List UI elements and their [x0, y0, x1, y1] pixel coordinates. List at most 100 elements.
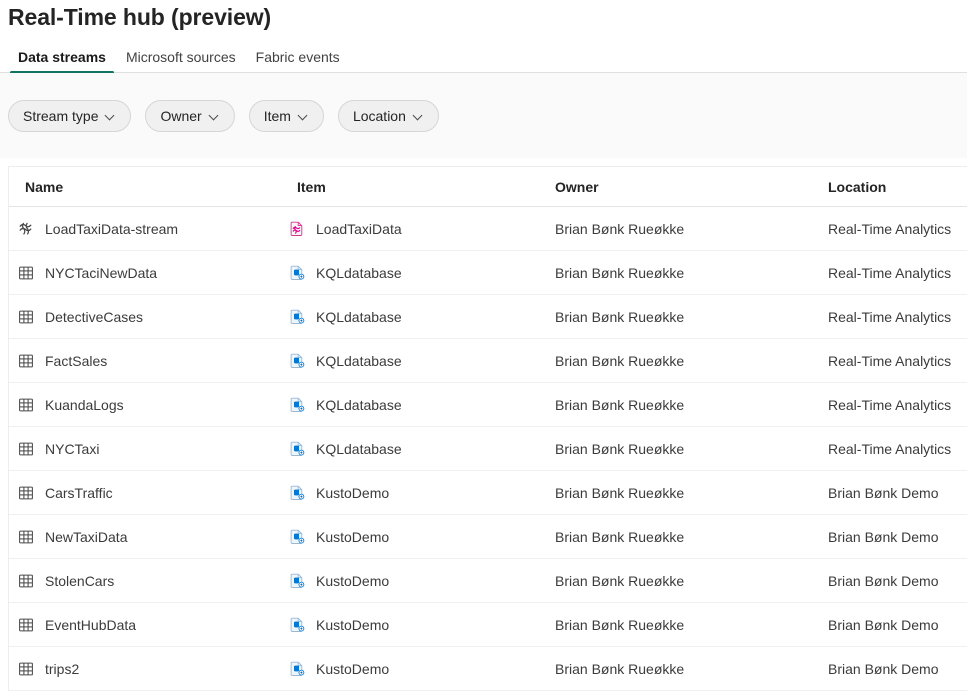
- data-streams-table: Name Item Owner Location LoadTaxiData-strea…: [8, 166, 967, 691]
- cell-owner: Brian Bønk Rueøkke: [555, 529, 828, 545]
- cell-owner: Brian Bønk Rueøkke: [555, 441, 828, 457]
- table-icon: [17, 308, 35, 326]
- cell-name[interactable]: NewTaxiData: [9, 528, 283, 546]
- cell-name[interactable]: trips2: [9, 660, 283, 678]
- tab-fabric-events[interactable]: Fabric events: [246, 42, 350, 72]
- tab-label: Fabric events: [255, 49, 340, 65]
- column-header-item[interactable]: Item: [283, 179, 555, 195]
- cell-location: Brian Bønk Demo: [828, 485, 960, 501]
- cell-name[interactable]: CarsTraffic: [9, 484, 283, 502]
- kql-database-icon: [289, 264, 306, 281]
- kql-database-icon: [289, 396, 306, 413]
- column-header-location[interactable]: Location: [828, 179, 960, 195]
- item-name-text: LoadTaxiData: [316, 220, 402, 237]
- table-row[interactable]: KuandaLogs KQLdatabase Brian Bønk Rueøkke R…: [9, 383, 967, 427]
- real-time-hub-page: Real-Time hub (preview) Data streams Micr…: [0, 0, 967, 692]
- cell-item[interactable]: KustoDemo: [283, 616, 555, 633]
- chevron-down-icon: [210, 111, 220, 121]
- stream-name-text: NYCTaciNewData: [45, 264, 158, 281]
- stream-name-text: LoadTaxiData-stream: [45, 220, 179, 237]
- chevron-down-icon: [106, 111, 116, 121]
- table-icon: [17, 572, 35, 590]
- stream-name-text: KuandaLogs: [45, 396, 124, 413]
- table-row[interactable]: NYCTaxi KQLdatabase Brian Bønk Rueøkke Real…: [9, 427, 967, 471]
- location-text: Real-Time Analytics: [828, 352, 952, 369]
- table-row[interactable]: FactSales KQLdatabase Brian Bønk Rueøkke Re…: [9, 339, 967, 383]
- location-text: Brian Bønk Demo: [828, 484, 939, 501]
- cell-name[interactable]: FactSales: [9, 352, 283, 370]
- cell-item[interactable]: KQLdatabase: [283, 264, 555, 281]
- item-name-text: KustoDemo: [316, 572, 390, 589]
- stream-name-text: NewTaxiData: [45, 528, 128, 545]
- location-text: Brian Bønk Demo: [828, 528, 939, 545]
- tab-data-streams[interactable]: Data streams: [8, 42, 116, 74]
- filter-owner[interactable]: Owner: [145, 99, 235, 132]
- filter-location[interactable]: Location: [337, 99, 439, 132]
- owner-text: Brian Bønk Rueøkke: [555, 220, 685, 237]
- column-header-name[interactable]: Name: [9, 179, 283, 195]
- cell-location: Real-Time Analytics: [828, 309, 960, 325]
- cell-item[interactable]: KustoDemo: [283, 660, 555, 677]
- cell-name[interactable]: DetectiveCases: [9, 308, 283, 326]
- cell-owner: Brian Bønk Rueøkke: [555, 221, 828, 237]
- item-name-text: KustoDemo: [316, 528, 390, 545]
- page-title: Real-Time hub (preview): [8, 4, 272, 30]
- cell-name[interactable]: LoadTaxiData-stream: [9, 220, 283, 238]
- tab-microsoft-sources[interactable]: Microsoft sources: [116, 42, 246, 72]
- cell-name[interactable]: NYCTaciNewData: [9, 264, 283, 282]
- owner-text: Brian Bønk Rueøkke: [555, 616, 685, 633]
- stream-name-text: NYCTaxi: [45, 440, 100, 457]
- cell-name[interactable]: StolenCars: [9, 572, 283, 590]
- table-row[interactable]: CarsTraffic KustoDemo Brian Bønk Rueøkke Br…: [9, 471, 967, 515]
- cell-owner: Brian Bønk Rueøkke: [555, 265, 828, 281]
- location-text: Real-Time Analytics: [828, 220, 952, 237]
- kql-database-icon: [289, 484, 306, 501]
- table-body: LoadTaxiData-stream LoadTaxiData Brian Bøn…: [9, 207, 967, 691]
- item-name-text: KQLdatabase: [316, 440, 402, 457]
- table-icon: [17, 264, 35, 282]
- chevron-down-icon: [299, 111, 309, 121]
- cell-owner: Brian Bønk Rueøkke: [555, 309, 828, 325]
- cell-location: Brian Bønk Demo: [828, 573, 960, 589]
- owner-text: Brian Bønk Rueøkke: [555, 572, 685, 589]
- cell-name[interactable]: EventHubData: [9, 616, 283, 634]
- table-row[interactable]: DetectiveCases KQLdatabase Brian Bønk Rueø…: [9, 295, 967, 339]
- filter-label: Stream type: [23, 107, 99, 124]
- filter-label: Owner: [160, 107, 202, 124]
- table-row[interactable]: trips2 KustoDemo Brian Bønk Rueøkke Brian B…: [9, 647, 967, 691]
- item-name-text: KustoDemo: [316, 484, 390, 501]
- tab-label: Microsoft sources: [125, 49, 236, 65]
- column-header-owner[interactable]: Owner: [555, 179, 828, 195]
- location-text: Real-Time Analytics: [828, 308, 952, 325]
- cell-location: Real-Time Analytics: [828, 397, 960, 413]
- stream-name-text: DetectiveCases: [45, 308, 144, 325]
- table-row[interactable]: LoadTaxiData-stream LoadTaxiData Brian Bøn…: [9, 207, 967, 251]
- cell-location: Brian Bønk Demo: [828, 529, 960, 545]
- item-name-text: KQLdatabase: [316, 308, 402, 325]
- cell-item[interactable]: KustoDemo: [283, 572, 555, 589]
- kql-database-icon: [289, 308, 306, 325]
- cell-name[interactable]: NYCTaxi: [9, 440, 283, 458]
- cell-item[interactable]: KustoDemo: [283, 528, 555, 545]
- cell-name[interactable]: KuandaLogs: [9, 396, 283, 414]
- cell-item[interactable]: KustoDemo: [283, 484, 555, 501]
- cell-item[interactable]: KQLdatabase: [283, 440, 555, 457]
- cell-item[interactable]: LoadTaxiData: [283, 220, 555, 237]
- table-row[interactable]: NewTaxiData KustoDemo Brian Bønk Rueøkke Br…: [9, 515, 967, 559]
- cell-owner: Brian Bønk Rueøkke: [555, 661, 828, 677]
- filter-stream-type[interactable]: Stream type: [8, 99, 132, 132]
- cell-item[interactable]: KQLdatabase: [283, 308, 555, 325]
- cell-item[interactable]: KQLdatabase: [283, 352, 555, 369]
- table-row[interactable]: NYCTaciNewData KQLdatabase Brian Bønk Rueø…: [9, 251, 967, 295]
- item-name-text: KustoDemo: [316, 660, 390, 677]
- filter-item[interactable]: Item: [248, 99, 324, 132]
- table-row[interactable]: EventHubData KustoDemo Brian Bønk Rueøkke B…: [9, 603, 967, 647]
- table-row[interactable]: StolenCars KustoDemo Brian Bønk Rueøkke Bri…: [9, 559, 967, 603]
- stream-name-text: CarsTraffic: [45, 484, 113, 501]
- location-text: Brian Bønk Demo: [828, 572, 939, 589]
- owner-text: Brian Bønk Rueøkke: [555, 396, 685, 413]
- location-text: Brian Bønk Demo: [828, 616, 939, 633]
- cell-owner: Brian Bønk Rueøkke: [555, 573, 828, 589]
- cell-item[interactable]: KQLdatabase: [283, 396, 555, 413]
- table-header-row: Name Item Owner Location: [9, 167, 967, 207]
